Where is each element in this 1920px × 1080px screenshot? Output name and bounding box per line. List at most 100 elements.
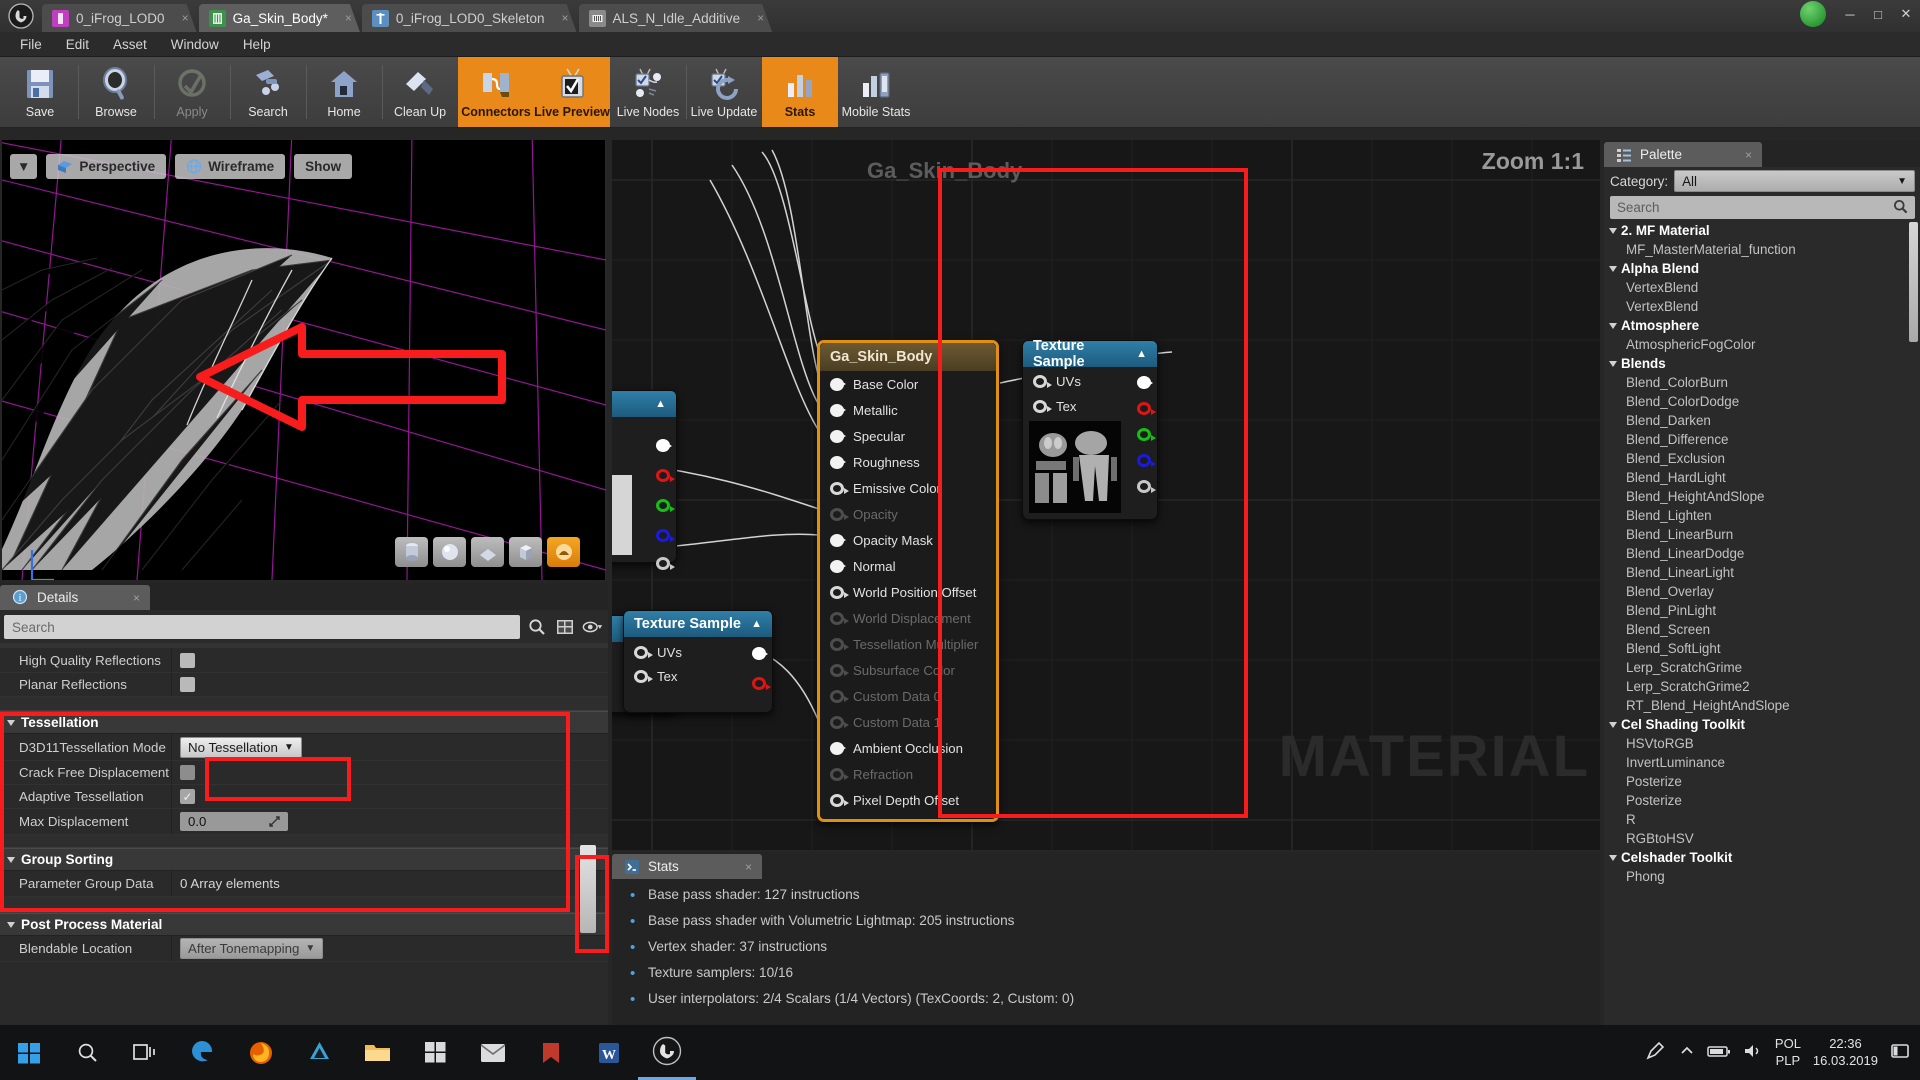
palette-item[interactable]: Blend_ColorBurn bbox=[1604, 373, 1920, 392]
node-title-bar[interactable]: Ga_Skin_Body bbox=[820, 343, 996, 371]
section-header-tessellation[interactable]: Tessellation bbox=[0, 711, 608, 734]
pin-base-color[interactable]: Base Color bbox=[820, 371, 996, 397]
output-pin-a[interactable] bbox=[656, 557, 675, 570]
palette-group-header[interactable]: Atmosphere bbox=[1604, 316, 1920, 335]
firefox-icon[interactable] bbox=[232, 1025, 290, 1080]
editor-tab-1[interactable]: Ga_Skin_Body* × bbox=[199, 4, 360, 32]
pin-refraction[interactable]: Refraction bbox=[820, 761, 996, 787]
input-pin-uvs[interactable]: UVs bbox=[624, 637, 772, 663]
output-pin-r[interactable] bbox=[1137, 402, 1156, 415]
close-icon[interactable]: × bbox=[552, 11, 569, 25]
search-icon[interactable] bbox=[1893, 199, 1908, 217]
toolbar-save-button[interactable]: Save bbox=[2, 57, 78, 127]
battery-icon[interactable] bbox=[1707, 1044, 1731, 1061]
menu-edit[interactable]: Edit bbox=[54, 34, 101, 55]
search-icon[interactable] bbox=[526, 616, 548, 638]
output-pin-r[interactable] bbox=[656, 469, 675, 482]
close-icon[interactable]: × bbox=[747, 11, 764, 25]
word-icon[interactable]: W bbox=[580, 1025, 638, 1080]
palette-item[interactable]: Blend_Lighten bbox=[1604, 506, 1920, 525]
palette-item[interactable]: Lerp_ScratchGrime bbox=[1604, 658, 1920, 677]
output-pin-rgb[interactable] bbox=[1137, 376, 1153, 389]
cylinder-preview-icon[interactable] bbox=[395, 537, 428, 567]
edge-icon[interactable] bbox=[174, 1025, 232, 1080]
sphere-preview-icon[interactable] bbox=[433, 537, 466, 567]
palette-tab[interactable]: Palette × bbox=[1604, 142, 1762, 167]
palette-item[interactable]: Posterize bbox=[1604, 772, 1920, 791]
drag-handle-icon[interactable] bbox=[269, 816, 280, 827]
pin-pixel-depth-offset[interactable]: Pixel Depth Offset bbox=[820, 787, 996, 813]
palette-item[interactable]: RGBtoHSV bbox=[1604, 829, 1920, 848]
palette-item[interactable]: HSVtoRGB bbox=[1604, 734, 1920, 753]
property-row-crack-free-displacement[interactable]: Crack Free Displacement bbox=[0, 761, 608, 785]
eye-icon[interactable] bbox=[582, 616, 604, 638]
search-icon[interactable] bbox=[58, 1025, 116, 1080]
toolbar-mobile-stats-button[interactable]: Mobile Stats bbox=[838, 57, 914, 127]
menu-window[interactable]: Window bbox=[159, 34, 231, 55]
editor-tab-3[interactable]: ALS_N_Idle_Additive × bbox=[579, 4, 773, 32]
max-displacement-input[interactable]: 0.0 bbox=[180, 812, 288, 831]
close-icon[interactable]: × bbox=[335, 11, 352, 25]
palette-item[interactable]: Posterize bbox=[1604, 791, 1920, 810]
mail-icon[interactable] bbox=[464, 1025, 522, 1080]
notification-icon[interactable] bbox=[1890, 1042, 1910, 1063]
planar-reflections-checkbox[interactable] bbox=[180, 677, 195, 692]
pin-world-position-offset[interactable]: World Position Offset bbox=[820, 579, 996, 605]
menu-file[interactable]: File bbox=[8, 34, 54, 55]
editor-tab-0[interactable]: 0_iFrog_LOD0 × bbox=[42, 4, 197, 32]
property-row-high-quality-reflections[interactable]: High Quality Reflections bbox=[0, 649, 608, 673]
property-row-planar-reflections[interactable]: Planar Reflections bbox=[0, 673, 608, 697]
collapse-icon[interactable]: ▲ bbox=[1136, 348, 1147, 360]
palette-group-header[interactable]: Alpha Blend bbox=[1604, 259, 1920, 278]
palette-item[interactable]: Blend_SoftLight bbox=[1604, 639, 1920, 658]
unreal-icon[interactable] bbox=[638, 1025, 696, 1080]
close-icon[interactable]: × bbox=[172, 11, 189, 25]
palette-group-header[interactable]: Cel Shading Toolkit bbox=[1604, 715, 1920, 734]
globe-icon[interactable] bbox=[1800, 1, 1826, 27]
property-row-blendable-location[interactable]: Blendable Location After Tonemapping ▼ bbox=[0, 936, 608, 962]
palette-item[interactable]: R bbox=[1604, 810, 1920, 829]
task-view-icon[interactable] bbox=[116, 1025, 174, 1080]
palette-item[interactable]: Blend_Difference bbox=[1604, 430, 1920, 449]
pin-emissive-color[interactable]: Emissive Color bbox=[820, 475, 996, 501]
collapse-icon[interactable]: ▲ bbox=[655, 398, 666, 410]
node-title-bar[interactable]: Texture Sample ▲ bbox=[1023, 338, 1157, 370]
pin-normal[interactable]: Normal bbox=[820, 553, 996, 579]
palette-item[interactable]: Phong bbox=[1604, 867, 1920, 886]
details-search-input[interactable]: Search bbox=[4, 615, 520, 639]
start-icon[interactable] bbox=[0, 1025, 58, 1080]
close-button[interactable]: ✕ bbox=[1892, 2, 1920, 26]
palette-list[interactable]: 2. MF Material MF_MasterMaterial_function… bbox=[1604, 221, 1920, 1011]
palette-item[interactable]: Blend_Overlay bbox=[1604, 582, 1920, 601]
output-pin-rgb[interactable] bbox=[656, 439, 672, 452]
toolbar-live-preview-button[interactable]: Live Preview bbox=[534, 57, 610, 127]
pin-tessellation-multiplier[interactable]: Tessellation Multiplier bbox=[820, 631, 996, 657]
palette-item[interactable]: Blend_ColorDodge bbox=[1604, 392, 1920, 411]
language-indicator[interactable]: POL PLP bbox=[1775, 1036, 1801, 1069]
file-explorer-icon[interactable] bbox=[348, 1025, 406, 1080]
palette-group-header[interactable]: 2. MF Material bbox=[1604, 221, 1920, 240]
pin-metallic[interactable]: Metallic bbox=[820, 397, 996, 423]
chevron-up-icon[interactable] bbox=[1679, 1044, 1695, 1061]
discord-icon[interactable] bbox=[522, 1025, 580, 1080]
palette-item[interactable]: Blend_Darken bbox=[1604, 411, 1920, 430]
menu-help[interactable]: Help bbox=[231, 34, 283, 55]
menu-asset[interactable]: Asset bbox=[101, 34, 159, 55]
material-graph-canvas[interactable]: Ga_Skin_Body Zoom 1:1 MATERIAL ample ▲ a… bbox=[612, 140, 1600, 850]
palette-item[interactable]: Blend_Exclusion bbox=[1604, 449, 1920, 468]
section-header-group-sorting[interactable]: Group Sorting bbox=[0, 848, 608, 871]
toolbar-apply-button[interactable]: Apply bbox=[154, 57, 230, 127]
toolbar-search-button[interactable]: Search bbox=[230, 57, 306, 127]
output-pin-b[interactable] bbox=[656, 529, 675, 542]
viewport-perspective-button[interactable]: Perspective bbox=[46, 154, 167, 179]
texture-sample-node-1[interactable]: Texture Sample ▲ UVs Tex bbox=[1022, 338, 1158, 520]
palette-item[interactable]: Blend_HardLight bbox=[1604, 468, 1920, 487]
blendable-location-dropdown[interactable]: After Tonemapping ▼ bbox=[180, 938, 324, 959]
material-output-node[interactable]: Ga_Skin_Body Base Color Metallic Specula… bbox=[817, 340, 999, 822]
palette-item[interactable]: Blend_LinearLight bbox=[1604, 563, 1920, 582]
texture-sample-node-3[interactable]: ample ▲ bbox=[612, 390, 677, 570]
pen-icon[interactable] bbox=[1645, 1041, 1667, 1064]
palette-category-dropdown[interactable]: All ▼ bbox=[1674, 170, 1915, 192]
plane-preview-icon[interactable] bbox=[471, 537, 504, 567]
output-pin-r[interactable] bbox=[752, 677, 771, 690]
